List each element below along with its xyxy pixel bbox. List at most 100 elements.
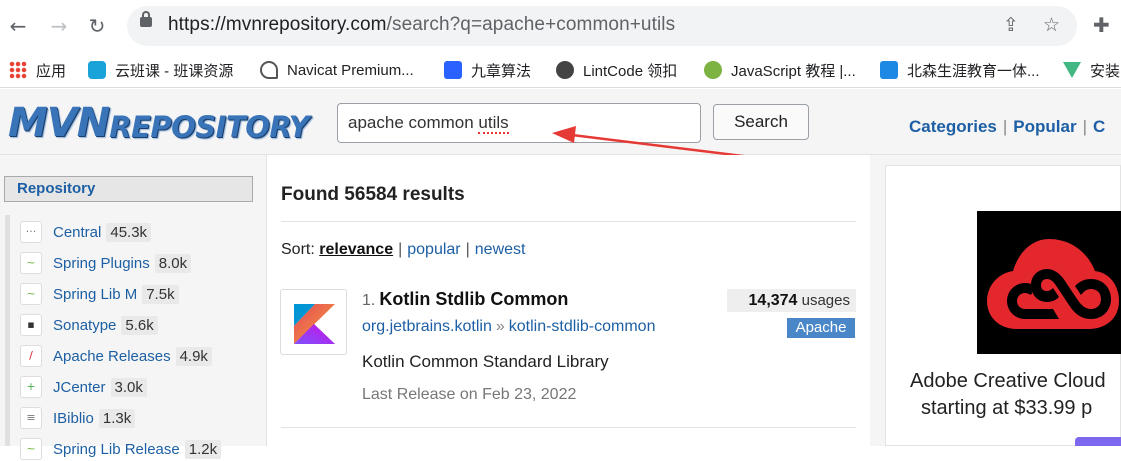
sidebar-item-apache-releases[interactable]: / Apache Releases 4.9k (20, 344, 212, 368)
forward-icon[interactable]: → (45, 12, 73, 40)
search-text-typed: utils (478, 113, 509, 134)
usages-label: usages (801, 292, 850, 309)
bookmark-javascript[interactable]: JavaScript 教程 |... (704, 58, 856, 82)
site-logo[interactable]: MVN REPOSITORY (8, 98, 310, 146)
beisen-icon (880, 61, 898, 79)
results-count: Found 56584 results (281, 184, 465, 205)
repo-name: Sonatype (53, 316, 117, 334)
nav-separator: | (1002, 117, 1008, 136)
jcenter-icon: + (20, 376, 42, 398)
sidebar-item-spring-lib-m[interactable]: ~ Spring Lib M 7.5k (20, 282, 179, 306)
url-text[interactable]: https://mvnrepository.com/search?q=apach… (168, 14, 675, 36)
kotlin-logo-icon[interactable] (280, 289, 347, 355)
divider (281, 427, 856, 428)
bookmark-install[interactable]: 安装 (1063, 58, 1120, 82)
vue-icon (1063, 62, 1081, 78)
bookmark-label: 九章算法 (471, 62, 532, 80)
adobe-cc-logo-icon[interactable] (977, 211, 1121, 354)
bookmarks-bar: 应用 云班课 - 班课资源 Navicat Premium... 九章算法 Li… (0, 52, 1121, 88)
reload-icon[interactable]: ↻ (83, 12, 111, 40)
search-input[interactable]: apache common utils (337, 103, 701, 143)
apps-grid-icon (9, 61, 27, 79)
js-icon (704, 61, 722, 79)
navicat-icon (260, 61, 278, 79)
star-icon[interactable]: ☆ (1043, 14, 1060, 36)
sidebar-item-ibiblio[interactable]: ≡ IBiblio 1.3k (20, 406, 136, 430)
lock-icon[interactable] (140, 11, 152, 27)
ibiblio-icon: ≡ (20, 407, 42, 429)
sidebar-item-jcenter[interactable]: + JCenter 3.0k (20, 375, 147, 399)
logo-mvn: MVN (8, 100, 110, 146)
search-button[interactable]: Search (713, 104, 809, 140)
kotlin-logo-svg (294, 304, 335, 344)
bookmark-label: 应用 (36, 62, 67, 80)
repo-count: 45.3k (106, 222, 152, 242)
back-icon[interactable]: ← (4, 12, 32, 40)
sort-options: Sort: relevance | popular | newest (281, 241, 525, 259)
result-coordinates: org.jetbrains.kotlin» kotlin-stdlib-commo… (362, 318, 655, 336)
bookmark-apps[interactable]: 应用 (9, 58, 66, 82)
nav-link-contact[interactable]: C (1093, 117, 1105, 136)
ad-headline[interactable]: Adobe Creative Cloud (910, 370, 1106, 393)
ad-cta-button[interactable] (1075, 437, 1121, 446)
repo-name: Apache Releases (53, 347, 171, 365)
ad-subline[interactable]: starting at $33.99 p (921, 397, 1092, 420)
spring-icon: ~ (20, 283, 42, 305)
repo-name: Central (53, 223, 102, 241)
usages-badge[interactable]: 14,374 usages (727, 289, 856, 312)
sidebar-item-central[interactable]: ··· Central 45.3k (20, 220, 152, 244)
result-description: Kotlin Common Standard Library (362, 352, 609, 371)
sidebar-item-spring-plugins[interactable]: ~ Spring Plugins 8.0k (20, 251, 192, 275)
spring-icon: ~ (20, 252, 42, 274)
bookmark-label: JavaScript 教程 |... (731, 62, 856, 80)
repo-name: Spring Lib Release (53, 440, 180, 458)
browser-toolbar: ← → ↻ https://mvnrepository.com/search?q… (0, 0, 1121, 52)
bookmark-yunbanke[interactable]: 云班课 - 班课资源 (88, 58, 233, 82)
sort-relevance[interactable]: relevance (319, 241, 393, 258)
repo-count: 8.0k (154, 253, 192, 273)
repo-name: JCenter (53, 378, 106, 396)
url-host: https://mvnrepository.com (168, 14, 387, 35)
nav-link-categories[interactable]: Categories (909, 117, 997, 136)
repo-name: Spring Lib M (53, 285, 138, 303)
repo-count: 1.3k (98, 408, 136, 428)
extension-icon[interactable]: ✚ (1093, 13, 1110, 37)
bookmark-lintcode[interactable]: LintCode 领扣 (556, 58, 677, 82)
bookmark-navicat[interactable]: Navicat Premium... (260, 58, 414, 82)
repo-count: 4.9k (175, 346, 212, 366)
nav-separator: | (1082, 117, 1088, 136)
repository-list-bar (5, 215, 10, 446)
result-release-date: Last Release on Feb 23, 2022 (362, 386, 577, 403)
sort-label: Sort: (281, 241, 315, 258)
result-artifact-link[interactable]: kotlin-stdlib-common (509, 318, 656, 335)
bookmark-beisen[interactable]: 北森生涯教育一体... (880, 58, 1040, 82)
breadcrumb-separator: » (495, 318, 505, 335)
jiuzhang-icon (444, 61, 462, 79)
sort-separator: | (398, 241, 403, 258)
sidebar-item-sonatype[interactable]: ▪ Sonatype 5.6k (20, 313, 158, 337)
repo-count: 7.5k (142, 284, 179, 304)
result-group-link[interactable]: org.jetbrains.kotlin (362, 318, 492, 335)
divider (281, 221, 856, 222)
nav-link-popular[interactable]: Popular (1013, 117, 1076, 136)
repo-count: 5.6k (121, 315, 158, 335)
license-badge[interactable]: Apache (787, 318, 855, 338)
bookmark-jiuzhang[interactable]: 九章算法 (444, 58, 531, 82)
repo-name: Spring Plugins (53, 254, 150, 272)
central-icon: ··· (20, 221, 42, 243)
repo-count: 3.0k (110, 377, 147, 397)
share-icon[interactable]: ⇪ (1003, 14, 1019, 36)
sort-newest[interactable]: newest (475, 241, 526, 258)
repository-heading: Repository (4, 176, 253, 202)
bookmark-label: 北森生涯教育一体... (907, 62, 1040, 80)
apache-feather-icon: / (20, 345, 42, 367)
result-title: 1. Kotlin Stdlib Common (362, 289, 568, 310)
sonatype-icon: ▪ (20, 314, 42, 336)
result-title-link[interactable]: Kotlin Stdlib Common (379, 289, 568, 309)
sidebar-item-spring-lib-release[interactable]: ~ Spring Lib Release 1.2k (20, 437, 222, 461)
result-index: 1. (362, 292, 376, 309)
usages-count: 14,374 (748, 292, 798, 309)
bookmark-label: Navicat Premium... (287, 61, 414, 79)
spring-icon: ~ (20, 438, 42, 460)
sort-popular[interactable]: popular (407, 241, 460, 258)
